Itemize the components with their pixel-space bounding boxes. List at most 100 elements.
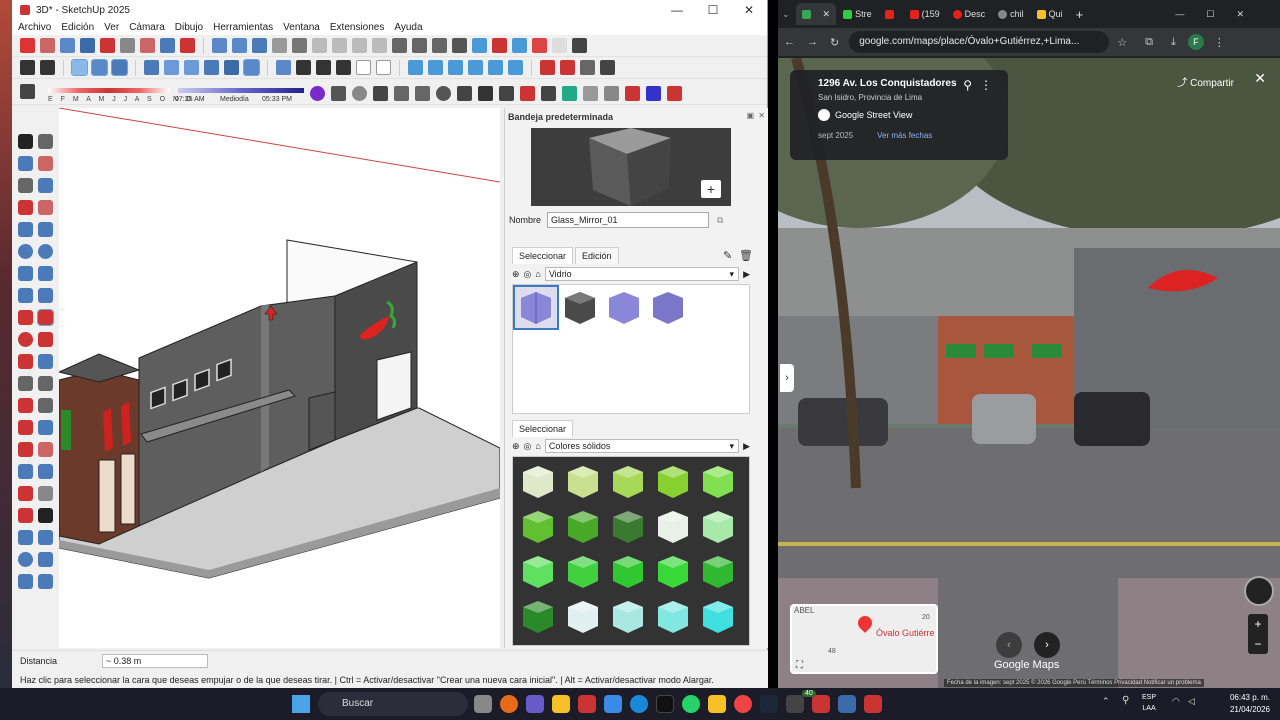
make-component-icon[interactable]	[38, 178, 53, 193]
material-glass-blue[interactable]	[603, 287, 645, 328]
measurements-field[interactable]: ~ 0.38 m	[102, 654, 208, 668]
more-dates-link[interactable]: Ver más fechas	[877, 131, 932, 140]
month-slider[interactable]	[48, 88, 170, 93]
two-point-arc-icon[interactable]	[38, 266, 53, 281]
iso-view-icon[interactable]	[224, 60, 239, 75]
target-icon[interactable]	[352, 86, 367, 101]
circle-icon[interactable]	[18, 244, 33, 259]
store-icon[interactable]	[604, 695, 622, 713]
section-plane-icon[interactable]	[356, 60, 371, 75]
eraser-icon[interactable]	[38, 156, 53, 171]
tray-close-icon[interactable]: ✕	[758, 111, 765, 120]
cloud-icon[interactable]	[499, 86, 514, 101]
previous-view-icon[interactable]	[120, 38, 135, 53]
browser-menu-icon[interactable]: ⋮	[1214, 36, 1225, 49]
teams-icon[interactable]	[526, 695, 544, 713]
shadows-toggle-icon[interactable]	[20, 84, 35, 99]
profile-builder-icon[interactable]	[310, 86, 325, 101]
camera-icon[interactable]	[415, 86, 430, 101]
paste-icon[interactable]	[352, 38, 367, 53]
solid-subtract-icon[interactable]	[560, 60, 575, 75]
look-around-icon[interactable]	[160, 38, 175, 53]
material-solid-color[interactable]	[697, 506, 739, 547]
reload-icon[interactable]: ↻	[830, 36, 839, 49]
menu-ventana[interactable]: Ventana	[283, 22, 320, 33]
image-export-icon[interactable]	[394, 86, 409, 101]
position-camera-icon[interactable]	[180, 38, 195, 53]
street-view-panorama[interactable]: 1296 Av. Los Conquistadores San Isidro, …	[778, 58, 1280, 688]
zoom-window-tool-icon[interactable]	[38, 464, 53, 479]
hidden-line-icon[interactable]	[144, 60, 159, 75]
tray-chevron-icon[interactable]: ⌃	[1102, 696, 1110, 707]
push-pull-icon[interactable]	[37, 309, 54, 326]
close-button[interactable]: ✕	[731, 3, 767, 17]
top-view-icon[interactable]	[243, 59, 260, 76]
curve-icon[interactable]	[604, 86, 619, 101]
extensions-icon[interactable]: ⧉	[1145, 36, 1153, 49]
menu-edicion[interactable]: Edición	[61, 22, 94, 33]
push-red-icon[interactable]	[625, 86, 640, 101]
group-icon[interactable]	[232, 38, 247, 53]
browser-window-controls[interactable]: —☐✕	[1175, 9, 1266, 20]
dimension-icon[interactable]	[38, 376, 53, 391]
wifi-icon[interactable]: ◠	[1172, 696, 1180, 707]
sandbox-tool-icon[interactable]	[18, 574, 33, 589]
details-arrow-icon[interactable]: ▶	[743, 269, 750, 280]
material-name-field[interactable]: Glass_Mirror_01	[547, 212, 710, 228]
url-field[interactable]: google.com/maps/place/Óvalo+Gutiérrez,+L…	[849, 31, 1110, 53]
add-detail-icon[interactable]	[488, 60, 503, 75]
axes-icon[interactable]	[18, 420, 33, 435]
profile-avatar[interactable]: F	[1187, 34, 1204, 50]
cut-icon[interactable]	[312, 38, 327, 53]
material-solid-color[interactable]	[562, 461, 604, 502]
component-icon[interactable]	[212, 38, 227, 53]
rotate-icon[interactable]	[18, 332, 33, 347]
zoom-icon[interactable]	[60, 38, 75, 53]
download-icon[interactable]: ⤓	[1171, 36, 1176, 49]
material-solid-color[interactable]	[562, 596, 604, 637]
right-view-icon[interactable]	[296, 60, 311, 75]
model-info-icon[interactable]	[452, 38, 467, 53]
material-solid-color[interactable]	[607, 506, 649, 547]
forward-arrow-icon[interactable]: →	[807, 36, 818, 48]
extension-warehouse-icon[interactable]	[492, 38, 507, 53]
tab-seleccionar[interactable]: Seleccionar	[512, 247, 574, 264]
model-viewport[interactable]	[59, 108, 500, 648]
zoom-extents-tool-icon[interactable]	[18, 486, 33, 501]
polygon-icon[interactable]	[38, 244, 53, 259]
zoom-window-icon[interactable]	[80, 38, 95, 53]
chrome-icon[interactable]	[734, 695, 752, 713]
steam-icon[interactable]	[760, 695, 778, 713]
tray-pin-icon[interactable]: ▣	[746, 111, 754, 120]
menu-dibujo[interactable]: Dibujo	[175, 22, 203, 33]
browser-tab-6[interactable]: chil	[992, 3, 1030, 25]
zoom-extents-icon[interactable]	[100, 38, 115, 53]
menu-extensiones[interactable]: Extensiones	[330, 22, 384, 33]
scale-icon[interactable]	[18, 354, 33, 369]
check-icon[interactable]	[572, 38, 587, 53]
back-icon-2[interactable]: ⊕	[512, 441, 520, 452]
browser-tab-3[interactable]	[879, 3, 903, 25]
sketchup-taskbar-icon[interactable]	[838, 695, 856, 713]
position-camera-tool-icon[interactable]	[18, 508, 33, 523]
user-icon[interactable]	[40, 60, 55, 75]
material-glass-mirror[interactable]	[513, 285, 559, 330]
material-solid-color[interactable]	[562, 506, 604, 547]
bookmark-star-icon[interactable]: ☆	[1117, 36, 1127, 49]
lasso-icon[interactable]	[38, 134, 53, 149]
compass-icon[interactable]	[1244, 576, 1274, 606]
folder-icon[interactable]	[708, 695, 726, 713]
whatsapp-icon[interactable]	[682, 695, 700, 713]
left-view-icon[interactable]	[336, 60, 351, 75]
settings-icon[interactable]	[457, 86, 472, 101]
shaded-textures-icon[interactable]	[184, 60, 199, 75]
follow-me-icon[interactable]	[20, 38, 35, 53]
material-solid-color[interactable]	[652, 551, 694, 592]
time-slider[interactable]	[178, 88, 304, 93]
browser-tab-4[interactable]: (159	[904, 3, 946, 25]
three-point-arc-icon[interactable]	[18, 288, 33, 303]
expand-map-icon[interactable]: ⛶	[796, 660, 803, 671]
move-icon[interactable]	[18, 310, 33, 325]
push-multi-icon[interactable]	[667, 86, 682, 101]
tree-icon[interactable]	[562, 86, 577, 101]
